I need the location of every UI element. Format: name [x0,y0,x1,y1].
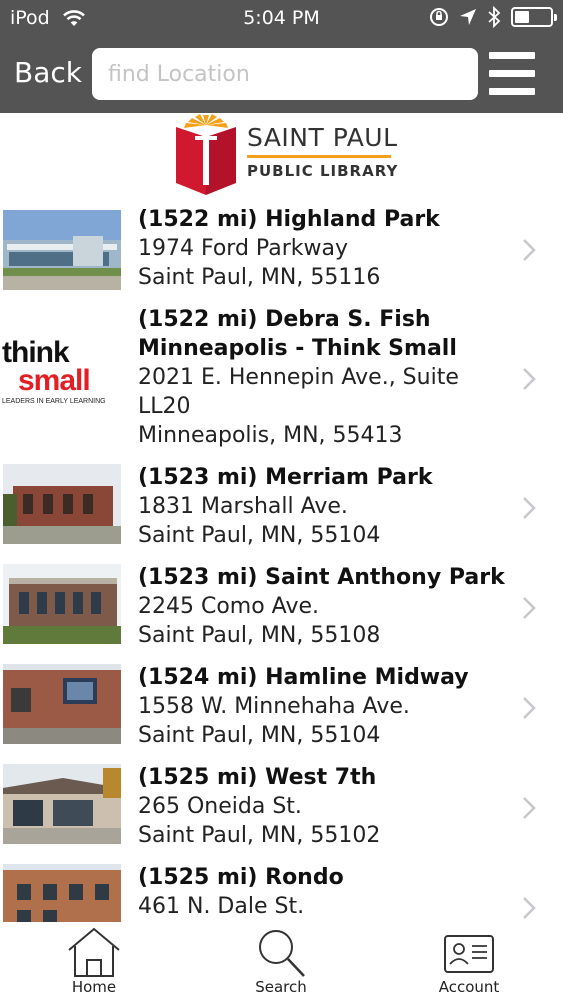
location-title: (1523 mi) Merriam Park [138,465,433,490]
tab-account-label: Account [438,978,500,996]
saint-anthony-park-photo [3,564,121,644]
status-bar: iPod 5:04 PM [0,0,563,38]
location-row-highland-park[interactable]: (1522 mi) Highland Park 1974 Ford Parkwa… [0,200,563,300]
location-address: 2245 Como Ave. [138,594,319,619]
location-list: (1522 mi) Highland Park 1974 Ford Parkwa… [0,200,563,922]
location-title: (1522 mi) Debra S. Fish [138,307,431,332]
location-address-line2: LL20 [138,394,191,419]
hamline-midway-photo [3,664,121,744]
location-title: (1522 mi) Highland Park [138,207,440,232]
highland-park-photo [3,210,121,290]
library-logo-mark [176,114,236,195]
location-address: 461 N. Dale St. [138,894,305,919]
location-arrow-icon [460,9,476,25]
location-row-merriam-park[interactable]: (1523 mi) Merriam Park 1831 Marshall Ave… [0,458,563,558]
back-button[interactable]: Back [14,56,82,89]
location-address: 1558 W. Minnehaha Ave. [138,694,410,719]
nav-bar: Back [0,38,563,113]
location-title-line2: Minneapolis - Think Small [138,336,457,361]
location-city: Minneapolis, MN, 55413 [138,423,403,448]
chevron-right-icon [523,239,536,261]
location-city: Saint Paul, MN, 55108 [138,623,381,648]
chevron-right-icon [523,368,536,390]
location-city: Saint Paul, MN, 55102 [138,823,381,848]
location-title: (1525 mi) West 7th [138,765,377,790]
chevron-right-icon [523,697,536,719]
logo-line1: SAINT PAUL [247,123,398,152]
location-address: 1974 Ford Parkway [138,236,348,261]
location-title: (1525 mi) Rondo [138,865,344,890]
tab-bar: Home Search Account [0,922,563,1000]
think-small-logo-tagline: LEADERS IN EARLY LEARNING [2,398,106,405]
home-icon [68,927,120,977]
tab-search[interactable]: Search [221,922,341,1000]
chevron-right-icon [523,897,536,919]
chevron-right-icon [523,797,536,819]
location-title: (1523 mi) Saint Anthony Park [138,565,505,590]
location-city: Saint Paul, MN, 55116 [138,265,381,290]
bluetooth-icon [488,6,501,28]
saint-paul-public-library-logo: SAINT PAUL PUBLIC LIBRARY [175,113,405,195]
chevron-right-icon [523,497,536,519]
merriam-park-photo [3,464,121,544]
location-row-rondo[interactable]: (1525 mi) Rondo 461 N. Dale St. [0,858,563,922]
location-title: (1524 mi) Hamline Midway [138,665,469,690]
battery-icon [511,7,557,27]
tab-home-label: Home [71,978,117,996]
think-small-logo: think small LEADERS IN EARLY LEARNING [2,338,124,418]
account-card-icon [444,935,494,973]
tab-home[interactable]: Home [34,922,154,1000]
location-city: Saint Paul, MN, 55104 [138,523,381,548]
location-row-west-7th[interactable]: (1525 mi) West 7th 265 Oneida St. Saint … [0,758,563,858]
tab-account[interactable]: Account [409,922,529,1000]
location-row-debra-s-fish[interactable]: think small LEADERS IN EARLY LEARNING (1… [0,300,563,458]
west-7th-photo [3,764,121,844]
location-row-saint-anthony-park[interactable]: (1523 mi) Saint Anthony Park 2245 Como A… [0,558,563,658]
search-icon [259,930,305,977]
location-row-hamline-midway[interactable]: (1524 mi) Hamline Midway 1558 W. Minneha… [0,658,563,758]
location-address: 1831 Marshall Ave. [138,494,348,519]
tab-search-label: Search [255,978,307,996]
location-address: 2021 E. Hennepin Ave., Suite [138,365,459,390]
chevron-right-icon [523,597,536,619]
location-city: Saint Paul, MN, 55104 [138,723,381,748]
rondo-photo [3,864,121,922]
hamburger-menu-icon[interactable] [489,50,537,98]
logo-divider [247,155,391,158]
find-location-input[interactable] [92,48,478,100]
orientation-lock-icon [430,8,448,26]
think-small-logo-word2: small [18,364,91,397]
location-address: 265 Oneida St. [138,794,302,819]
logo-line2: PUBLIC LIBRARY [247,162,399,180]
